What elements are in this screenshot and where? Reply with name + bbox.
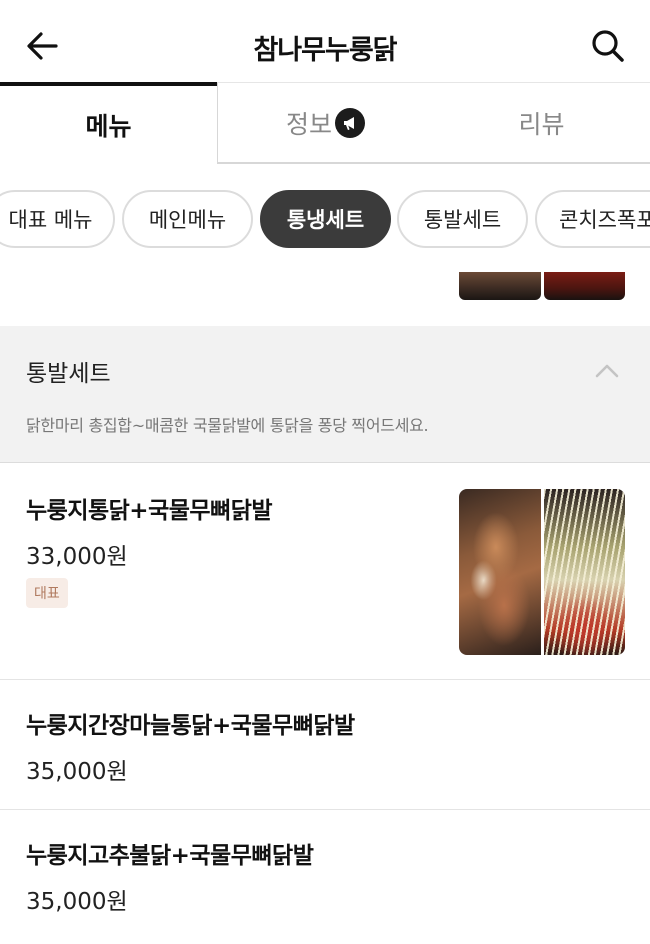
section-header[interactable]: 통발세트 닭한마리 총집합~매콤한 국물닭발에 통닭을 퐁당 찍어드세요. — [0, 326, 650, 463]
tab-review[interactable]: 리뷰 — [433, 82, 650, 164]
item-thumbnail[interactable] — [459, 489, 625, 655]
chip-tongnaeng-set[interactable]: 통냉세트 — [260, 190, 391, 248]
chip-label: 통발세트 — [423, 208, 502, 232]
section-description: 닭한마리 총집합~매콤한 국물닭발에 통닭을 퐁당 찍어드세요. — [26, 416, 429, 435]
tab-review-label: 리뷰 — [518, 109, 565, 139]
chip-label: 통냉세트 — [286, 208, 365, 232]
tab-menu[interactable]: 메뉴 — [0, 82, 217, 164]
chevron-up-icon — [595, 364, 619, 378]
representative-badge: 대표 — [26, 578, 68, 608]
chip-representative-menu[interactable]: 대표 메뉴 — [0, 190, 115, 248]
tab-menu-label: 메뉴 — [85, 112, 132, 141]
collapse-button[interactable] — [592, 356, 622, 386]
roast-chicken-photo — [459, 489, 541, 655]
item-name: 누룽지통닭+국물무뼈닭발 — [26, 498, 273, 524]
section-title: 통발세트 — [26, 361, 111, 387]
previous-item-image[interactable] — [459, 272, 625, 300]
tab-bar: 메뉴 정보 리뷰 — [0, 82, 650, 164]
item-name: 누룽지고추불닭+국물무뼈닭발 — [26, 843, 314, 869]
spicy-chicken-feet-photo — [543, 489, 625, 655]
category-chip-row[interactable]: 대표 메뉴 메인메뉴 통냉세트 통발세트 콘치즈폭포 — [0, 188, 650, 250]
search-button[interactable] — [588, 26, 628, 66]
item-price: 35,000원 — [26, 759, 128, 785]
chip-label: 메인메뉴 — [148, 208, 227, 232]
chip-label: 대표 메뉴 — [8, 208, 93, 232]
chip-corn-cheese[interactable]: 콘치즈폭포 — [535, 190, 650, 248]
search-icon — [592, 30, 624, 62]
chip-main-menu[interactable]: 메인메뉴 — [122, 190, 253, 248]
chip-tongbal-set[interactable]: 통발세트 — [397, 190, 528, 248]
menu-item[interactable]: 누룽지간장마늘통닭+국물무뼈닭발 35,000원 — [0, 680, 650, 810]
page-title: 참나무누룽닭 — [253, 35, 397, 66]
tab-info-label: 정보 — [285, 109, 332, 139]
item-price: 35,000원 — [26, 889, 128, 915]
item-name: 누룽지간장마늘통닭+국물무뼈닭발 — [26, 713, 355, 739]
tab-info[interactable]: 정보 — [217, 82, 433, 164]
menu-item[interactable]: 누룽지고추불닭+국물무뼈닭발 35,000원 — [0, 810, 650, 944]
chip-label: 콘치즈폭포 — [559, 208, 650, 232]
item-price: 33,000원 — [26, 544, 128, 570]
app-header: 참나무누룽닭 — [0, 0, 650, 84]
megaphone-icon — [335, 107, 365, 138]
menu-item[interactable]: 누룽지통닭+국물무뼈닭발 33,000원 대표 — [0, 463, 650, 680]
